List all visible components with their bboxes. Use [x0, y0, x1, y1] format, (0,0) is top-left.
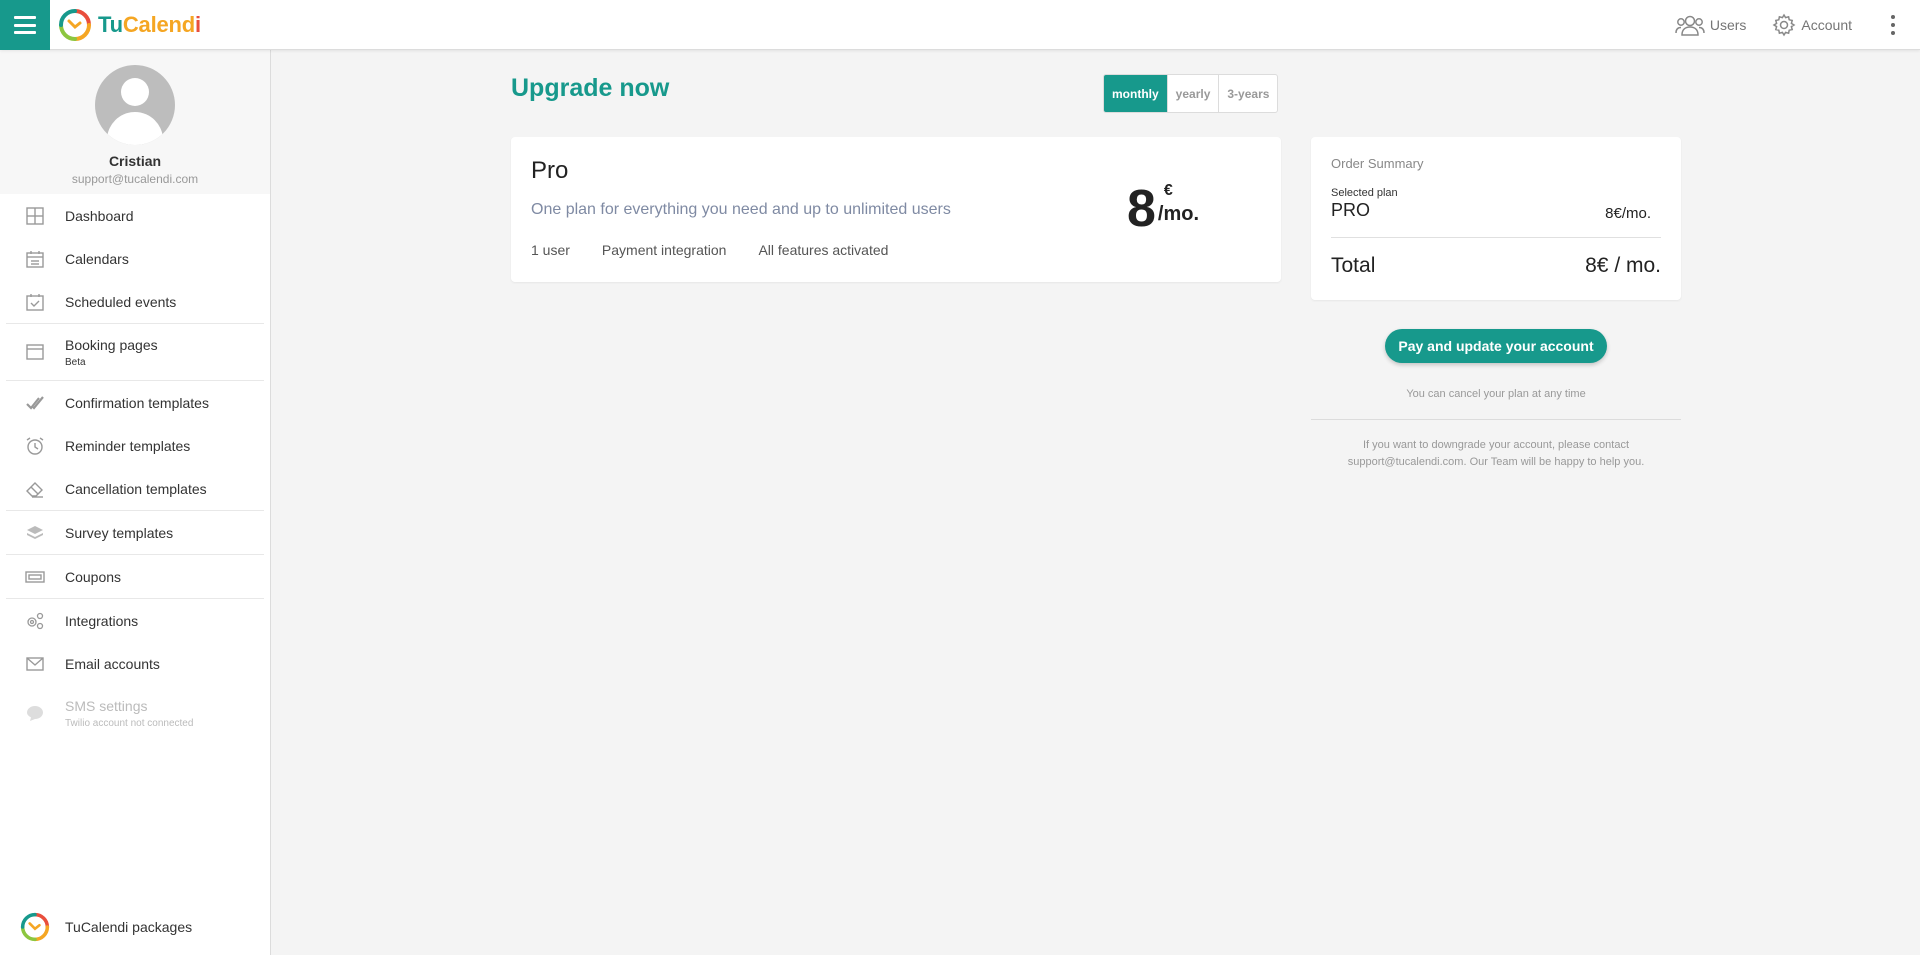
- sidebar-item-label: Confirmation templates: [65, 394, 209, 411]
- gears-icon: [25, 611, 45, 631]
- plan-feature: Payment integration: [601, 242, 727, 258]
- price-period: /mo.: [1157, 203, 1200, 225]
- period-3-years[interactable]: 3-years: [1218, 75, 1277, 112]
- billing-period-toggle: monthly yearly 3-years: [1103, 74, 1279, 113]
- dashboard-icon: [25, 206, 45, 226]
- tucalendi-logo-icon: [20, 912, 50, 942]
- selected-plan-label: Selected plan: [1331, 187, 1398, 199]
- sidebar-item-label: Scheduled events: [65, 293, 177, 310]
- plan-feature: All features activated: [758, 242, 889, 258]
- plan-description: One plan for everything you need and up …: [531, 201, 951, 218]
- profile-panel: Cristian support@tucalendi.com: [0, 50, 270, 194]
- brand-tu: Tu: [98, 12, 123, 37]
- summary-divider: [1331, 237, 1661, 238]
- hamburger-menu-button[interactable]: [0, 0, 50, 50]
- sidebar-item-integrations[interactable]: Integrations: [0, 599, 270, 642]
- sidebar-item-label: Coupons: [65, 568, 122, 585]
- account-link[interactable]: Account: [1772, 13, 1852, 37]
- sidebar-item-calendars[interactable]: Calendars: [0, 237, 270, 280]
- page-title: Upgrade now: [511, 74, 670, 102]
- kebab-dot: [1891, 23, 1895, 27]
- avatar[interactable]: [95, 65, 175, 145]
- packages-label: TuCalendi packages: [65, 919, 193, 935]
- avatar-torso: [107, 112, 163, 145]
- note-divider: [1311, 419, 1681, 420]
- plan-name: Pro: [531, 157, 569, 184]
- top-bar: TuCalendi Users Account: [0, 0, 1920, 50]
- top-right-actions: Users Account: [1675, 0, 1920, 50]
- ticket-icon: [25, 567, 45, 587]
- tucalendi-logo-icon: [59, 9, 91, 41]
- beta-badge: Beta: [65, 356, 86, 368]
- sidebar: Cristian support@tucalendi.com Dashboard…: [0, 50, 271, 955]
- plan-card[interactable]: Pro One plan for everything you need and…: [511, 137, 1281, 282]
- sidebar-item-label: Integrations: [65, 612, 139, 629]
- sidebar-item-label: SMS settings: [65, 697, 148, 714]
- period-yearly[interactable]: yearly: [1166, 75, 1219, 112]
- sidebar-item-label: Booking pages: [65, 336, 158, 353]
- tucalendi-packages-link[interactable]: TuCalendi packages: [0, 907, 270, 947]
- sidebar-item-email-accounts[interactable]: Email accounts: [0, 642, 270, 685]
- sidebar-item-coupons[interactable]: Coupons: [0, 555, 270, 598]
- order-summary-card: Order Summary Selected plan PRO 8€/mo. T…: [1311, 137, 1681, 300]
- brand-name: TuCalendi: [98, 12, 201, 38]
- sidebar-item-scheduled-events[interactable]: Scheduled events: [0, 280, 270, 323]
- brand-logo[interactable]: TuCalendi: [58, 8, 201, 42]
- gear-icon: [1772, 13, 1796, 37]
- sidebar-item-label: Survey templates: [65, 524, 174, 541]
- plan-price: 8 € /mo.: [1127, 180, 1200, 238]
- browser-window-icon: [25, 342, 45, 362]
- plan-feature: 1 user: [531, 242, 570, 258]
- sidebar-item-label: Reminder templates: [65, 437, 191, 454]
- sidebar-item-cancellation-templates[interactable]: Cancellation templates: [0, 467, 270, 510]
- sidebar-item-confirmation-templates[interactable]: Confirmation templates: [0, 381, 270, 424]
- sidebar-item-reminder-templates[interactable]: Reminder templates: [0, 424, 270, 467]
- brand-i: i: [195, 12, 201, 37]
- sidebar-item-label: Dashboard: [65, 207, 134, 224]
- eraser-icon: [25, 479, 45, 499]
- avatar-head: [121, 78, 149, 106]
- envelope-icon: [25, 654, 45, 674]
- sidebar-item-sms-settings[interactable]: SMS settings Twilio account not connecte…: [0, 685, 270, 741]
- profile-email: support@tucalendi.com: [71, 172, 199, 186]
- total-value: 8€ / mo.: [1585, 254, 1661, 277]
- total-label: Total: [1331, 254, 1376, 277]
- pay-and-update-button[interactable]: Pay and update your account: [1385, 329, 1607, 363]
- selected-plan-price: 8€/mo.: [1605, 205, 1651, 222]
- sms-status-text: Twilio account not connected: [65, 717, 194, 729]
- selected-plan-name: PRO: [1331, 200, 1371, 220]
- sidebar-item-dashboard[interactable]: Dashboard: [0, 194, 270, 237]
- more-options-button[interactable]: [1878, 0, 1908, 50]
- sidebar-item-survey-templates[interactable]: Survey templates: [0, 511, 270, 554]
- kebab-dot: [1891, 15, 1895, 19]
- profile-name: Cristian: [108, 153, 162, 169]
- layers-icon: [25, 523, 45, 543]
- kebab-dot: [1891, 31, 1895, 35]
- plan-features: 1 user Payment integration All features …: [531, 242, 920, 258]
- sidebar-item-label: Cancellation templates: [65, 480, 207, 497]
- sidebar-item-label: Calendars: [65, 250, 129, 267]
- sms-bubble-icon: [25, 703, 45, 723]
- alarm-clock-icon: [25, 436, 45, 456]
- users-label: Users: [1709, 17, 1747, 33]
- main-content: Upgrade now monthly yearly 3-years Pro O…: [272, 50, 1920, 955]
- period-monthly[interactable]: monthly: [1104, 75, 1167, 112]
- brand-calend: Calend: [122, 12, 196, 37]
- users-link[interactable]: Users: [1675, 13, 1747, 37]
- price-amount: 8: [1127, 180, 1156, 238]
- users-icon: [1675, 15, 1705, 36]
- downgrade-note: If you want to downgrade your account, p…: [1347, 439, 1645, 468]
- cancel-note: You can cancel your plan at any time: [1406, 388, 1586, 400]
- calendar-check-icon: [25, 292, 45, 312]
- sidebar-item-label: Email accounts: [65, 655, 160, 672]
- hamburger-icon: [14, 16, 36, 34]
- order-summary-title: Order Summary: [1331, 156, 1424, 171]
- double-check-icon: [25, 393, 45, 413]
- sidebar-item-booking-pages[interactable]: Booking pages Beta: [0, 324, 270, 380]
- sidebar-nav: Dashboard Calendars Scheduled events Boo…: [0, 194, 270, 741]
- price-currency: €: [1163, 182, 1173, 199]
- calendar-icon: [25, 249, 45, 269]
- account-label: Account: [1801, 17, 1852, 33]
